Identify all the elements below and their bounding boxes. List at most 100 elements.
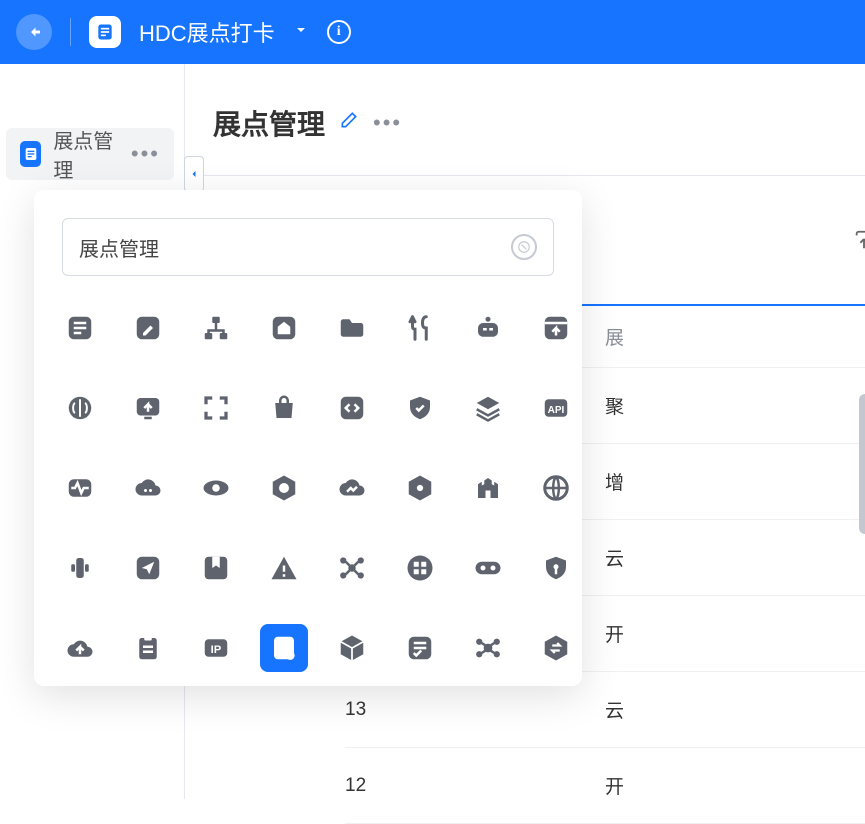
folder-icon [337,313,367,343]
edit-icon [339,110,359,130]
brain-icon [65,393,95,423]
heartbeat-icon [65,473,95,503]
cell-name: 开 [605,620,865,647]
icon-option-utensils[interactable] [402,310,438,346]
info-icon: i [337,24,341,40]
fullscreen-icon [201,393,231,423]
chevron-left-icon [188,168,200,180]
globe-icon [541,473,571,503]
hex-mask-icon [269,473,299,503]
document-plus-icon [269,633,299,663]
icon-search-box [62,218,554,276]
icon-option-sitemap[interactable] [198,310,234,346]
dashboard-grid-icon [405,553,435,583]
app-header: HDC展点打卡 i [0,0,865,64]
scrollbar[interactable] [859,394,865,534]
icon-option-heartbeat[interactable] [62,470,98,506]
icon-option-warning[interactable] [266,550,302,586]
icon-option-shield-key[interactable] [538,550,574,586]
edit-title-button[interactable] [339,110,359,135]
clear-icon [517,240,531,254]
clear-search-button[interactable] [511,234,537,260]
icon-option-edit-square[interactable] [130,310,166,346]
ip-icon [201,633,231,663]
icon-option-eye[interactable] [198,470,234,506]
info-button[interactable]: i [327,20,351,44]
sidebar-item-exhibit-manage[interactable]: 展点管理 ••• [6,128,174,180]
code-icon [337,393,367,423]
send-icon [133,553,163,583]
page-more-button[interactable]: ••• [373,118,402,128]
column-header-name[interactable]: 展 [605,323,865,350]
icon-option-home[interactable] [266,310,302,346]
icon-option-fullscreen[interactable] [198,390,234,426]
icon-option-upload-box[interactable] [538,310,574,346]
cell-seq: 12 [345,775,605,797]
eye-icon [201,473,231,503]
cell-seq: 13 [345,699,605,721]
icon-option-list-card[interactable] [62,310,98,346]
icon-option-swap[interactable] [538,630,574,666]
icon-option-molecule[interactable] [470,630,506,666]
icon-option-dashboard-grid[interactable] [402,550,438,586]
icon-option-share-nodes[interactable] [334,550,370,586]
icon-option-layers[interactable] [470,390,506,426]
icon-option-cloud-trend[interactable] [334,470,370,506]
icon-option-robot[interactable] [470,310,506,346]
cloud-up-icon [65,633,95,663]
icon-option-brain[interactable] [62,390,98,426]
app-logo [89,16,121,48]
icon-option-vr[interactable] [470,550,506,586]
icon-option-cloud-up[interactable] [62,630,98,666]
icon-option-clipboard[interactable] [130,630,166,666]
icon-option-shopping-bag[interactable] [266,390,302,426]
warning-icon [269,553,299,583]
back-button[interactable] [16,14,52,50]
icon-option-castle[interactable] [470,470,506,506]
icon-option-usb[interactable] [62,550,98,586]
upload-icon [853,229,865,251]
cell-name: 开 [605,772,865,799]
clipboard-icon [133,633,163,663]
utensils-icon [405,313,435,343]
cloud-trend-icon [337,473,367,503]
cloud-bot-icon [133,473,163,503]
icon-option-shield-check[interactable] [402,390,438,426]
icon-option-display-up[interactable] [130,390,166,426]
app-title: HDC展点打卡 [139,16,275,48]
cell-name: 云 [605,544,865,571]
sitemap-icon [201,313,231,343]
app-switcher[interactable] [293,22,309,43]
icon-option-folder[interactable] [334,310,370,346]
icon-option-hex-eye[interactable] [402,470,438,506]
icon-option-api[interactable] [538,390,574,426]
layers-icon [473,393,503,423]
icon-option-send[interactable] [130,550,166,586]
page-title: 展点管理 [213,103,325,143]
share-nodes-icon [337,553,367,583]
icon-picker-popover [34,190,582,686]
castle-icon [473,473,503,503]
molecule-icon [473,633,503,663]
icon-search-input[interactable] [79,236,501,259]
icon-option-cube[interactable] [334,630,370,666]
vr-icon [473,553,503,583]
icon-option-globe[interactable] [538,470,574,506]
icon-option-cloud-bot[interactable] [130,470,166,506]
collapse-sidebar-button[interactable] [184,156,204,192]
sidebar-item-more[interactable]: ••• [131,149,160,159]
upload-box-icon [541,313,571,343]
icon-option-ip[interactable] [198,630,234,666]
icon-option-list-check[interactable] [402,630,438,666]
api-icon [541,393,571,423]
table-row[interactable]: 12开 [345,748,865,824]
icon-option-hex-mask[interactable] [266,470,302,506]
edit-square-icon [133,313,163,343]
icon-option-document-plus[interactable] [260,624,308,672]
shopping-bag-icon [269,393,299,423]
cell-name: 聚 [605,392,865,419]
icon-option-code[interactable] [334,390,370,426]
export-button[interactable] [853,229,865,251]
list-check-icon [405,633,435,663]
icon-option-bookmark[interactable] [198,550,234,586]
